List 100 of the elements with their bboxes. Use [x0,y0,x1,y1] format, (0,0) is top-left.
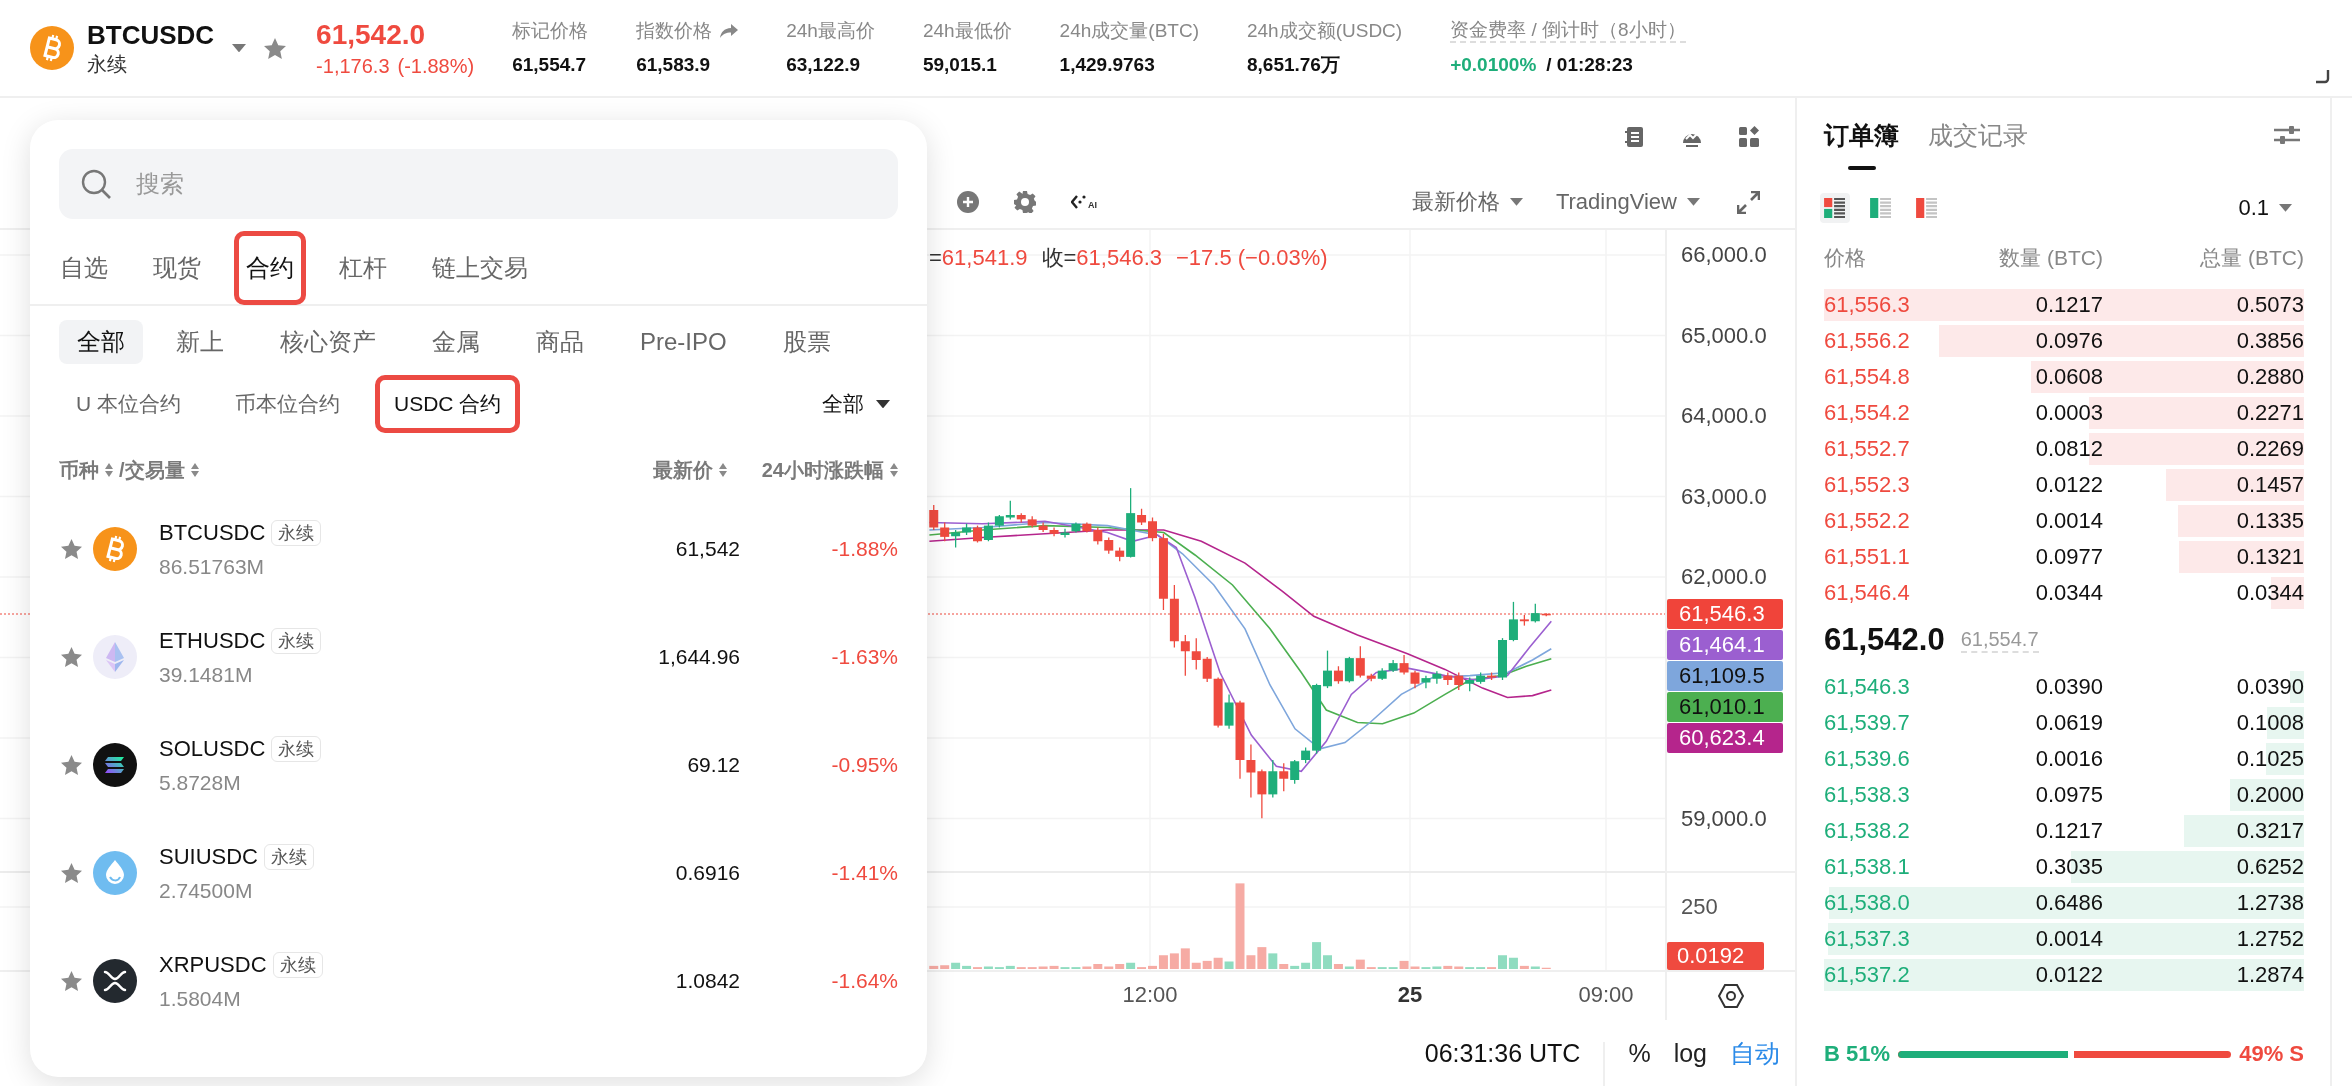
notebook-icon[interactable] [1624,126,1646,148]
order-amount: 0.0344 [2034,579,2103,607]
contract-tag: 永续 [272,951,323,978]
category-chip[interactable]: Pre-IPO [622,320,745,364]
last-price: 1,644.96 [658,645,740,669]
tab[interactable]: 链上交易 [420,231,540,305]
order-total: 0.5073 [2235,291,2304,319]
layout-grid-icon[interactable] [1738,126,1760,148]
caret-icon [1509,198,1523,206]
last-price: 1.0842 [675,969,740,993]
candle [1443,671,1453,686]
volume-axis-label: 250 [1681,894,1718,920]
depth-view-button[interactable] [1820,193,1850,223]
water-drop-coin-icon [93,851,137,895]
buy-ratio: B 51% [1824,1041,1891,1067]
tab[interactable]: 订单簿 [1824,120,1899,172]
star-icon[interactable] [61,755,82,775]
symbol-name[interactable]: ETHUSDC [159,627,266,654]
sort-icon[interactable] [105,463,113,477]
price-axis-label: 62,000.0 [1681,564,1767,590]
order-price[interactable]: 61,552.3 [1824,469,1943,501]
tab[interactable]: 合约 [234,231,306,305]
symbol-name[interactable]: SOLUSDC [159,735,266,762]
tick-size-dropdown[interactable]: 0.1 [2238,195,2292,221]
trading-volume: 1.5804M [159,985,242,1011]
candle [1049,526,1059,537]
last-price: 0.6916 [675,861,740,885]
candle [1432,670,1442,685]
plus-circle-icon[interactable] [957,191,979,213]
scale-button[interactable]: 自动 [1730,1036,1780,1070]
candle [1027,515,1037,529]
stat-label: 24h最高价 [786,19,875,43]
share-arrow-icon[interactable] [720,24,739,38]
category-chip[interactable]: 金属 [414,320,498,364]
price-change-percent: -1.41% [830,861,898,885]
order-price[interactable]: 61,554.8 [1824,361,1943,393]
column-header[interactable]: 币种 [59,456,99,484]
order-total: 0.6252 [2235,853,2304,881]
category-chip[interactable]: 全部 [59,320,143,364]
candle [1038,521,1048,533]
sort-icon[interactable] [190,463,199,477]
filter-dropdown[interactable]: 全部 [822,390,890,418]
category-chip[interactable]: 股票 [764,320,849,364]
category-chip[interactable]: 新上 [158,320,242,364]
stat-label: 24h最低价 [922,19,1012,43]
stat-value: 61,554.7 [512,53,588,77]
category-chip[interactable]: 商品 [518,320,602,364]
order-amount: 0.0016 [2034,745,2103,773]
star-icon[interactable] [264,37,287,59]
scale-button[interactable]: log [1673,1038,1707,1068]
ai-button[interactable]: AI [1071,194,1097,210]
tab[interactable]: 现货 [141,231,213,305]
order-total: 0.1321 [2235,543,2304,571]
tab[interactable]: 成交记录 [1928,120,2028,172]
search-field[interactable]: 搜索 [59,149,898,219]
star-icon[interactable] [61,647,82,667]
sort-icon[interactable] [719,463,727,477]
order-amount: 0.0977 [2034,543,2103,571]
order-total: 0.0390 [2235,673,2304,701]
contract-type-tab[interactable]: USDC 合约 [375,375,521,433]
order-price[interactable]: 61,552.2 [1824,505,1943,537]
order-price[interactable]: 61,554.2 [1824,397,1943,429]
last-price: 69.12 [687,753,740,777]
star-icon[interactable] [61,539,82,559]
candle [1060,528,1070,539]
bitcoin-coin-icon [93,527,137,571]
funding-countdown: / 01:28:23 [1546,53,1633,77]
tab[interactable]: 杠杆 [327,231,399,305]
contract-type-tab[interactable]: 币本位合约 [216,375,359,433]
star-icon[interactable] [61,863,82,883]
sliders-icon[interactable] [2274,124,2300,146]
stat-value: 63,122.9 [786,53,862,77]
symbol-name[interactable]: BTCUSDC [159,519,266,546]
settings-icon[interactable] [1718,983,1744,1009]
tab[interactable]: 自选 [48,231,120,305]
order-price[interactable]: 61,546.4 [1824,577,1943,609]
symbol-name[interactable]: BTCUSDC [87,20,215,50]
order-total: 0.1335 [2235,507,2304,535]
contract-type-tab[interactable]: U 本位合约 [57,375,200,433]
order-price[interactable]: 61,552.7 [1824,433,1943,465]
price-change-percent: -1.88% [830,537,898,561]
star-icon[interactable] [61,971,82,991]
chart-type-dropdown[interactable]: TradingView [1555,189,1700,215]
symbol-name[interactable]: SUIUSDC [159,843,258,870]
expand-icon[interactable] [1737,190,1760,214]
sort-icon[interactable] [890,463,898,477]
symbol-name[interactable]: XRPUSDC [159,951,267,978]
order-price[interactable]: 61,556.2 [1824,325,1943,357]
category-chip[interactable]: 核心资产 [262,320,394,364]
price-source-dropdown[interactable]: 最新价格 [1411,187,1523,217]
scale-button[interactable]: % [1628,1038,1651,1068]
column-header[interactable]: 最新价 [653,456,713,484]
corner-resize-icon[interactable] [2316,70,2330,84]
order-price[interactable]: 61,551.1 [1824,541,1943,573]
order-total: 0.1025 [2235,745,2304,773]
column-header[interactable]: 24小时涨跌幅 [761,456,884,484]
stat-label: 24h成交额(USDC) [1246,19,1403,43]
order-price[interactable]: 61,556.3 [1824,289,1943,321]
order-total: 0.3856 [2235,327,2304,355]
column-header[interactable]: /交易量 [119,456,185,484]
